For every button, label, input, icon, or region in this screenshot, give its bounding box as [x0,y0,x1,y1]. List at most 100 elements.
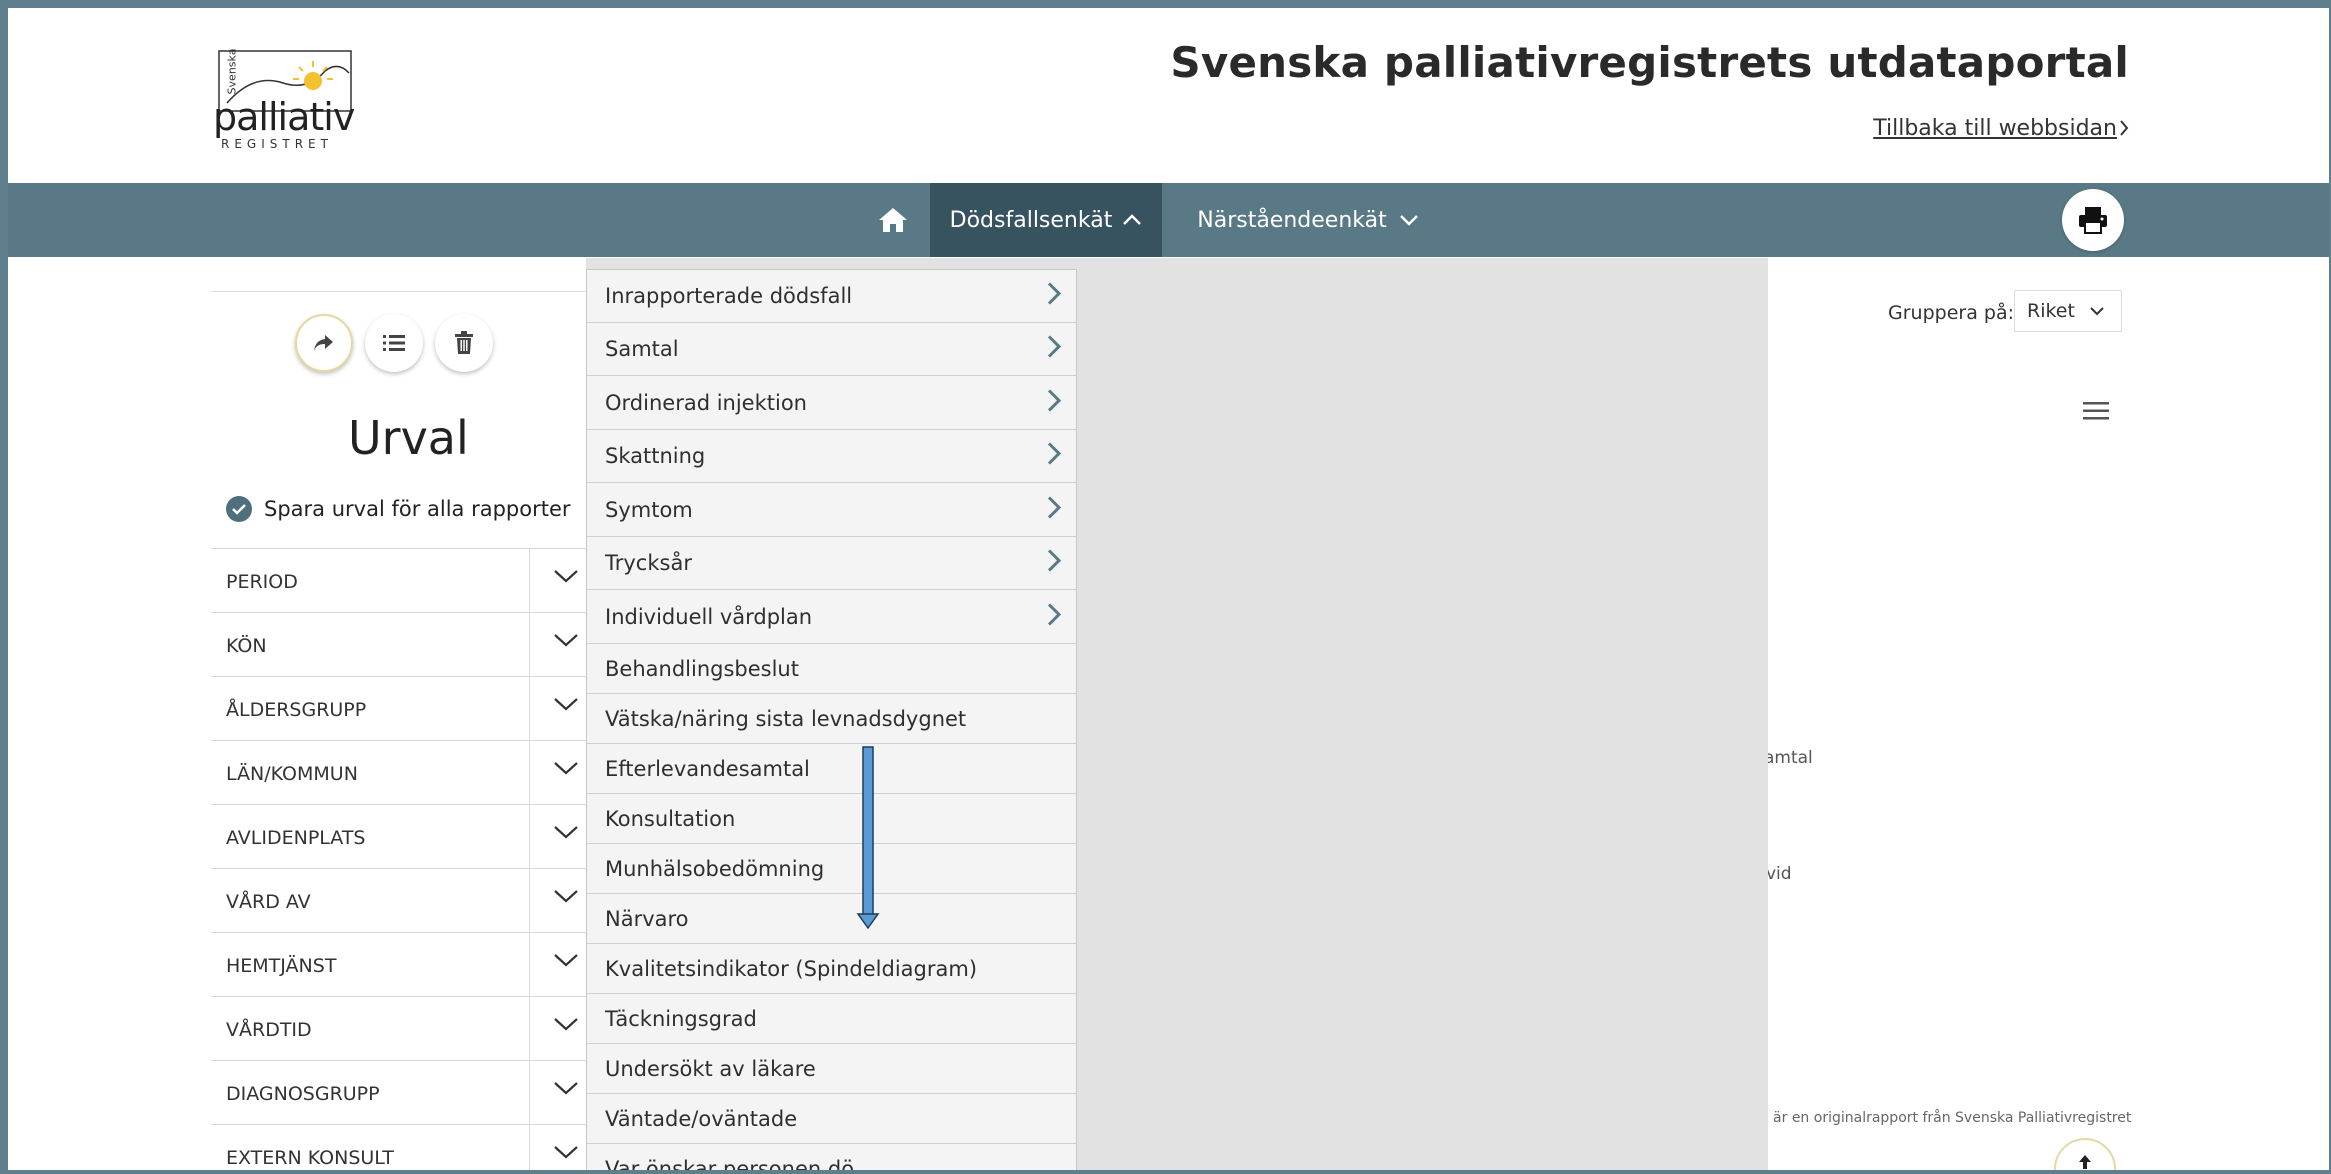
menu-item-label: Individuell vårdplan [605,604,813,629]
chevron-down-icon[interactable] [553,567,579,589]
menu-item-label: Ordinerad injektion [605,390,807,415]
filter-row[interactable]: PERIOD [211,548,591,612]
filter-divider [529,869,530,932]
filter-label: EXTERN KONSULT [226,1147,394,1169]
filter-divider [529,997,530,1060]
group-by-label: Gruppera på: [1888,302,2014,324]
logo-sub-text: REGISTRET [221,137,333,151]
filter-divider [529,1125,530,1170]
printer-icon [2079,207,2107,234]
filter-label: LÄN/KOMMUN [226,763,358,785]
menu-item-label: Var önskar personen dö [605,1156,855,1171]
footer-text-fragment: a är en originalrapport från Svenska Pal… [1760,1110,2132,1126]
chevron-down-icon[interactable] [553,695,579,717]
filter-label: HEMTJÄNST [226,955,337,977]
filter-row[interactable]: LÄN/KOMMUN [211,740,591,804]
save-selection-label: Spara urval för alla rapporter [264,497,571,521]
chevron-right-icon [1046,281,1062,312]
group-by-value: Riket [2027,300,2075,322]
menu-item-label: Undersökt av läkare [605,1056,816,1081]
menu-item[interactable]: Konsultation [587,794,1076,844]
chevron-down-icon [2090,307,2104,316]
menu-item[interactable]: Täckningsgrad [587,994,1076,1044]
menu-item-label: Vätska/näring sista levnadsdygnet [605,706,967,731]
back-to-website-link[interactable]: Tillbaka till webbsidan [1873,116,2117,141]
menu-item[interactable]: Skattning [587,430,1076,483]
delete-button[interactable] [435,314,493,372]
menu-item-label: Symtom [605,497,693,522]
filter-label: ÅLDERSGRUPP [226,699,367,721]
menu-item[interactable]: Behandlingsbeslut [587,644,1076,694]
logo-main-text: palliativ [213,95,355,139]
chevron-down-icon[interactable] [553,1143,579,1165]
menu-item[interactable]: Närvaro [587,894,1076,944]
filter-row[interactable]: EXTERN KONSULT [211,1124,591,1170]
filter-divider [529,933,530,996]
chevron-down-icon[interactable] [553,887,579,909]
save-selection-all-reports[interactable]: Spara urval för alla rapporter [226,496,571,522]
chevron-right-icon [1046,441,1062,472]
chevron-down-icon[interactable] [553,951,579,973]
chevron-down-icon[interactable] [553,1079,579,1101]
chevron-right-icon [1046,387,1062,418]
menu-item[interactable]: Ordinerad injektion [587,376,1076,430]
menu-item[interactable]: Var önskar personen dö [587,1144,1076,1171]
chevron-down-icon[interactable] [553,759,579,781]
filter-label: DIAGNOSGRUPP [226,1083,380,1105]
filter-row[interactable]: KÖN [211,612,591,676]
chevron-down-icon[interactable] [553,823,579,845]
menu-item-label: Väntade/oväntade [605,1106,798,1131]
filter-divider [529,741,530,804]
print-button[interactable] [2062,189,2124,251]
menu-item[interactable]: Samtal [587,323,1076,376]
menu-item[interactable]: Individuell vårdplan [587,590,1076,644]
menu-item[interactable]: Symtom [587,483,1076,537]
chevron-right-icon [1046,548,1062,579]
filter-row[interactable]: ÅLDERSGRUPP [211,676,591,740]
menu-item[interactable]: Vätska/näring sista levnadsdygnet [587,694,1076,744]
menu-item-label: Behandlingsbeslut [605,656,799,681]
filter-divider [529,1061,530,1124]
logo-small-text: Svenska [225,48,239,95]
menu-item-label: Närvaro [605,906,689,931]
list-icon [383,335,405,351]
menu-item[interactable]: Trycksår [587,537,1076,590]
menu-item-label: Konsultation [605,806,736,831]
filter-row[interactable]: DIAGNOSGRUPP [211,1060,591,1124]
chevron-down-icon[interactable] [553,631,579,653]
menu-item-label: Skattning [605,444,706,468]
down-arrow-annotation [856,746,880,936]
filter-row[interactable]: VÅRD AV [211,868,591,932]
menu-item[interactable]: Väntade/oväntade [587,1094,1076,1144]
palliativ-logo[interactable]: Svenska palliativ REGISTRET [213,43,363,153]
chevron-right-icon [1046,334,1062,365]
filter-label: KÖN [226,635,267,657]
chevron-right-icon [1046,494,1062,525]
hamburger-menu-icon[interactable] [2082,400,2110,426]
chevron-down-icon[interactable] [553,1015,579,1037]
filter-row[interactable]: HEMTJÄNST [211,932,591,996]
menu-item-label: Trycksår [605,551,692,575]
filter-row[interactable]: AVLIDENPLATS [211,804,591,868]
menu-item[interactable]: Inrapporterade dödsfall [587,270,1076,323]
scroll-to-top-button[interactable] [2054,1138,2116,1170]
menu-item[interactable]: Munhälsobedömning [587,844,1076,894]
site-title: Svenska palliativregistrets utdataportal [1170,38,2129,87]
menu-item-label: Kvalitetsindikator (Spindeldiagram) [605,956,978,981]
menu-item[interactable]: Kvalitetsindikator (Spindeldiagram) [587,944,1076,994]
filter-row[interactable]: VÅRDTID [211,996,591,1060]
menu-item-label: Munhälsobedömning [605,856,825,881]
nav-home-button[interactable] [848,183,938,257]
nav-dodsfallsenkat[interactable]: Dödsfallsenkät [930,183,1162,257]
chevron-right-icon [2119,118,2129,143]
share-button[interactable] [295,314,353,372]
menu-item-label: Efterlevandesamtal [605,756,810,781]
group-by-select[interactable]: Riket [2014,290,2122,332]
nav-narstaendeenkat[interactable]: Närståendeenkät [1188,183,1428,257]
filter-label: VÅRDTID [226,1019,312,1041]
list-button[interactable] [365,314,423,372]
text-fragment: vid [1766,864,1792,884]
trash-icon [455,331,473,354]
menu-item[interactable]: Efterlevandesamtal [587,744,1076,794]
menu-item[interactable]: Undersökt av läkare [587,1044,1076,1094]
